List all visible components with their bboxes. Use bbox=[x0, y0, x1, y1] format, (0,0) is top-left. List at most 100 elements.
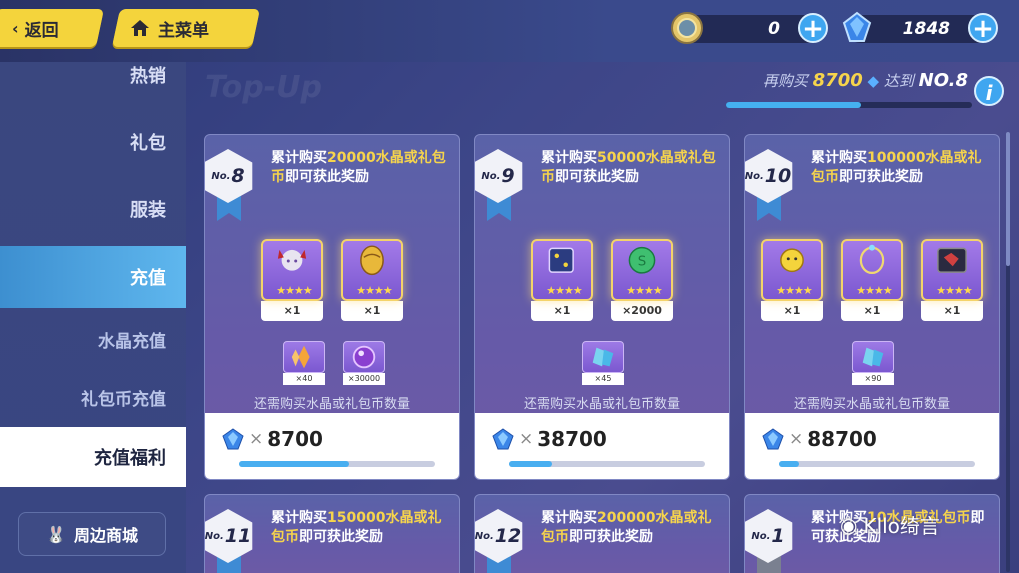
coin-value: 0 bbox=[768, 19, 780, 39]
tier-ribbon: No. 12 bbox=[475, 509, 525, 573]
title-highlight: 包币 bbox=[271, 529, 299, 545]
sidebar-item-topup[interactable]: 充值 bbox=[0, 246, 186, 308]
amount-row: × 88700 bbox=[761, 427, 877, 451]
green-coin-icon: S bbox=[628, 246, 656, 274]
star-rating: ★★★★ bbox=[776, 284, 812, 297]
item-count: ×30000 bbox=[343, 373, 385, 385]
merch-shop-button[interactable]: 🐰 周边商城 bbox=[18, 512, 166, 556]
card-progress-bar bbox=[509, 461, 705, 467]
reward-item-dice-box[interactable]: ★★★★ ×1 bbox=[531, 239, 593, 327]
reward-item-yellow-plush[interactable]: ★★★★ ×1 bbox=[761, 239, 823, 327]
title-text: 累计购买 bbox=[811, 150, 867, 166]
remaining-amount: 8700 bbox=[267, 427, 323, 451]
topup-progress: 再购买 8700 ◆ 达到 NO.8 i bbox=[726, 70, 1004, 110]
title-text: 累计购买 bbox=[271, 150, 327, 166]
sidebar-item-gift[interactable]: 礼包 bbox=[0, 113, 186, 171]
card-progress-bar bbox=[779, 461, 975, 467]
card-title: 累计购买100000水晶或礼包币即可获此奖励 bbox=[811, 149, 991, 187]
progress-amount: 8700 bbox=[812, 70, 863, 91]
main-menu-button[interactable]: 主菜单 bbox=[111, 9, 261, 47]
crystal-icon bbox=[222, 428, 244, 450]
orange-crystal-icon bbox=[291, 345, 310, 369]
sidebar-item-label: 充值 bbox=[130, 268, 166, 289]
info-button[interactable]: i bbox=[974, 76, 1004, 106]
reward-item-character[interactable]: ★★★★ ×1 bbox=[261, 239, 323, 327]
reward-item-purple-orb[interactable]: ×30000 bbox=[343, 341, 385, 385]
progress-bar-fill bbox=[726, 102, 862, 108]
item-count: ×90 bbox=[852, 373, 894, 385]
tier-number: 9 bbox=[501, 165, 515, 187]
purple-orb-icon bbox=[352, 345, 376, 369]
title-highlight: 150000水晶或礼 bbox=[327, 510, 442, 526]
sidebar-item-label: 礼包 bbox=[130, 133, 166, 154]
tier-number: 8 bbox=[231, 165, 245, 187]
golden-egg-icon bbox=[360, 245, 384, 276]
item-count: ×1 bbox=[341, 301, 403, 321]
card-title: 累计购买20000水晶或礼包币即可获此奖励 bbox=[271, 149, 451, 187]
sidebar-item-label: 礼包币充值 bbox=[81, 389, 166, 410]
tier-ribbon: No. 1 bbox=[745, 509, 795, 573]
title-text: 即可获此奖励 bbox=[839, 169, 923, 185]
progress-text: 再购买 8700 ◆ 达到 NO.8 bbox=[763, 70, 968, 91]
need-label: 还需购买水晶或礼包币数量 bbox=[253, 397, 410, 412]
progress-mid: 达到 bbox=[883, 72, 914, 90]
main-menu-label: 主菜单 bbox=[158, 20, 209, 41]
reward-item-golden-egg[interactable]: ★★★★ ×1 bbox=[341, 239, 403, 327]
reward-item-blue-crystal[interactable]: ×90 bbox=[852, 341, 894, 385]
reward-card: No. 10 累计购买100000水晶或礼包币即可获此奖励 ★★★★ ×1 ★★★… bbox=[744, 134, 1000, 480]
tier-prefix: No. bbox=[744, 170, 764, 182]
sidebar-item-crystal-topup[interactable]: 水晶充值 bbox=[0, 310, 186, 368]
card-progress-fill bbox=[239, 461, 349, 467]
tier-prefix: No. bbox=[481, 170, 501, 182]
title-highlight: 包币 bbox=[811, 169, 839, 185]
reward-item-orange-crystal[interactable]: ×40 bbox=[283, 341, 325, 385]
reward-card: No. 12 累计购买200000水晶或礼包币即可获此奖励 bbox=[474, 494, 730, 573]
sidebar-item-giftcoin-topup[interactable]: 礼包币充值 bbox=[0, 368, 186, 426]
star-rating: ★★★★ bbox=[936, 284, 972, 297]
sidebar-item-topup-rewards[interactable]: 充值福利 bbox=[0, 427, 186, 487]
tier-prefix: No. bbox=[204, 530, 224, 542]
home-icon bbox=[131, 20, 149, 36]
remaining-amount: 38700 bbox=[537, 427, 607, 451]
reward-item-dark-box[interactable]: ★★★★ ×1 bbox=[921, 239, 983, 327]
progress-bar bbox=[726, 102, 972, 108]
card-title: 累计购买50000水晶或礼包币即可获此奖励 bbox=[541, 149, 721, 187]
star-rating: ★★★★ bbox=[276, 284, 312, 297]
remaining-amount: 88700 bbox=[807, 427, 877, 451]
scrollbar-thumb[interactable] bbox=[1006, 132, 1010, 266]
crystal-icon bbox=[492, 428, 514, 450]
dice-box-icon bbox=[548, 247, 574, 273]
sidebar-item-label: 充值福利 bbox=[94, 448, 166, 469]
star-rating: ★★★★ bbox=[356, 284, 392, 297]
necklace-icon bbox=[859, 244, 885, 275]
crystal-currency: 1848 + bbox=[842, 11, 998, 43]
sidebar-item-hot[interactable]: 热销 bbox=[0, 46, 186, 104]
tier-number: 11 bbox=[224, 525, 252, 547]
coin-icon bbox=[671, 12, 703, 44]
tier-prefix: No. bbox=[474, 530, 494, 542]
tier-ribbon: No. 9 bbox=[475, 149, 525, 221]
add-crystal-button[interactable]: + bbox=[968, 13, 998, 43]
chevron-left-icon: ‹ bbox=[12, 18, 19, 38]
card-title: 累计购买150000水晶或礼包币即可获此奖励 bbox=[271, 509, 451, 547]
sidebar-item-label: 服装 bbox=[130, 200, 166, 221]
back-button[interactable]: ‹ 返回 bbox=[0, 9, 105, 47]
wechat-icon: ◉ bbox=[840, 512, 858, 537]
item-count: ×1 bbox=[841, 301, 903, 321]
dark-box-icon bbox=[937, 247, 967, 273]
reward-item-green-coin[interactable]: S ★★★★ ×2000 bbox=[611, 239, 673, 327]
sidebar-item-label: 水晶充值 bbox=[98, 331, 166, 352]
star-rating: ★★★★ bbox=[856, 284, 892, 297]
star-rating: ★★★★ bbox=[626, 284, 662, 297]
star-rating: ★★★★ bbox=[546, 284, 582, 297]
coin-currency: 0 + bbox=[671, 12, 828, 44]
title-text: 累计购买 bbox=[541, 150, 597, 166]
sidebar-item-costume[interactable]: 服装 bbox=[0, 180, 186, 238]
merch-shop-label: 周边商城 bbox=[73, 526, 138, 545]
title-text: 累计购买 bbox=[541, 510, 597, 526]
reward-item-necklace[interactable]: ★★★★ ×1 bbox=[841, 239, 903, 327]
reward-item-blue-crystal[interactable]: ×45 bbox=[582, 341, 624, 385]
add-coin-button[interactable]: + bbox=[798, 13, 828, 43]
title-highlight: 包币 bbox=[541, 529, 569, 545]
crystal-icon bbox=[842, 11, 872, 42]
